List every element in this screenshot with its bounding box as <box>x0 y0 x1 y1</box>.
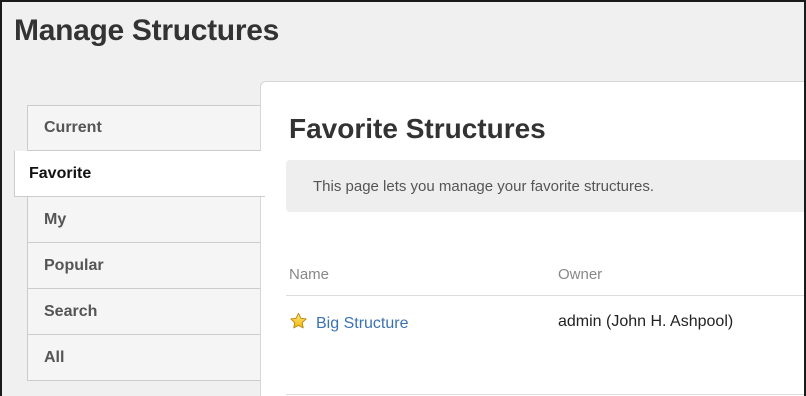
info-text: This page lets you manage your favorite … <box>313 177 655 195</box>
tab-label: My <box>44 210 67 228</box>
tab-search[interactable]: Search <box>27 289 265 335</box>
structure-link[interactable]: Big Structure <box>316 315 408 333</box>
tab-current[interactable]: Current <box>27 105 265 151</box>
content-panel: Favorite Structures This page lets you m… <box>260 81 804 396</box>
info-message: This page lets you manage your favorite … <box>286 160 804 212</box>
column-header-name: Name <box>289 266 330 283</box>
panel-title: Favorite Structures <box>289 113 546 144</box>
tab-my[interactable]: My <box>27 197 265 243</box>
tab-label: Search <box>44 302 98 320</box>
header-divider <box>286 295 804 296</box>
page-title: Manage Structures <box>14 14 279 47</box>
tab-popular[interactable]: Popular <box>27 243 265 289</box>
owner-cell: admin (John H. Ashpool) <box>558 313 734 330</box>
app-frame: Manage Structures Current Favorite My Po… <box>0 0 806 396</box>
column-header-owner: Owner <box>558 266 603 283</box>
table-row-name-cell: Big Structure <box>289 312 408 335</box>
tab-label: Favorite <box>29 164 92 182</box>
table-bottom-divider <box>286 394 804 395</box>
tab-label: Popular <box>44 256 104 274</box>
structure-tabs: Current Favorite My Popular Search All <box>14 105 265 381</box>
star-icon[interactable] <box>289 312 316 335</box>
tab-all[interactable]: All <box>27 335 265 381</box>
tab-label: Current <box>44 119 102 136</box>
tab-favorite[interactable]: Favorite <box>14 151 265 197</box>
tab-label: All <box>44 348 65 366</box>
